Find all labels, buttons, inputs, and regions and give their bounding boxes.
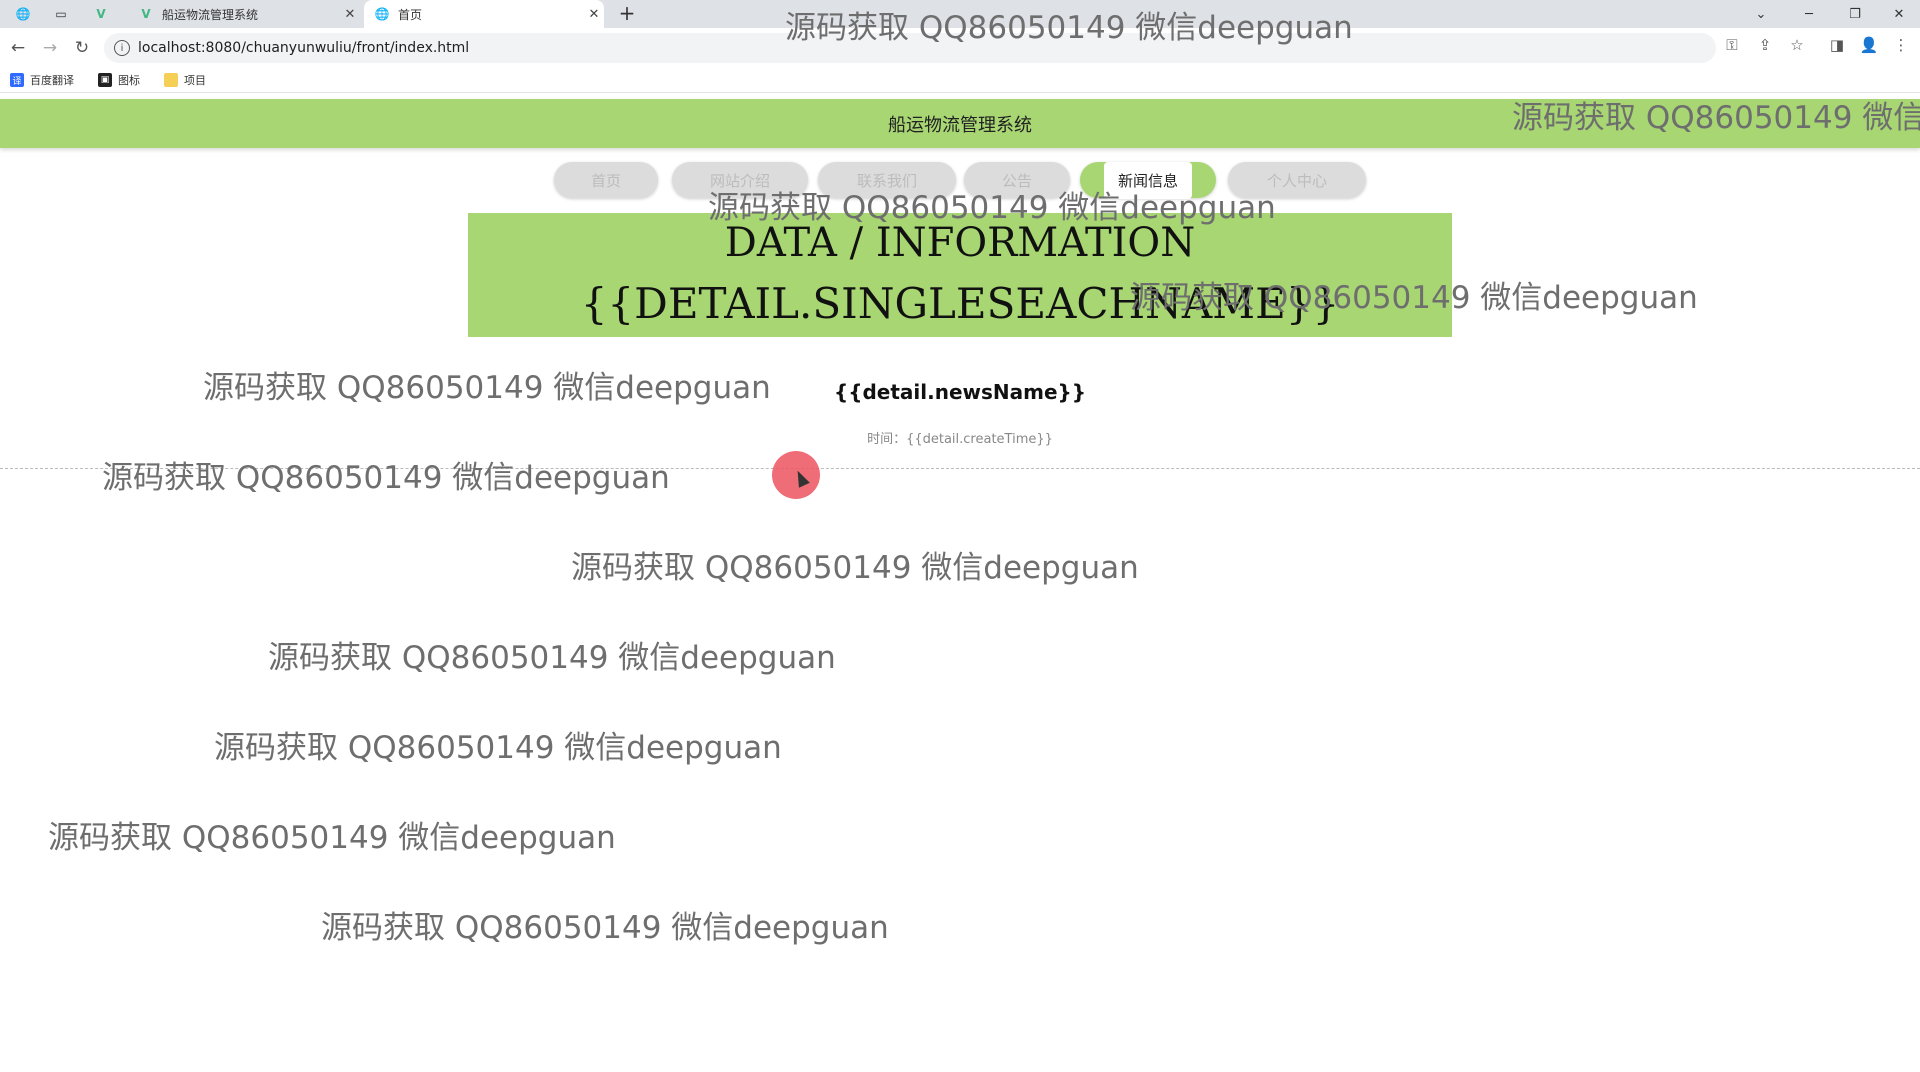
globe-icon: 🌐 — [374, 7, 390, 21]
close-icon[interactable]: ✕ — [584, 7, 604, 22]
banner-subtitle: {{DETAIL.SINGLESEACHNAME}} — [580, 279, 1340, 328]
nav-label: 个人中心 — [1266, 171, 1327, 190]
watermark: 源码获取 QQ86050149 微信deepguan — [214, 730, 782, 766]
bookmark-label: 项目 — [184, 74, 206, 87]
time-label: 时间： — [867, 432, 907, 447]
tab-home[interactable]: 🌐 首页 ✕ — [364, 0, 604, 28]
translate-icon: 译 — [10, 73, 24, 87]
key-icon[interactable]: ⚿ — [1721, 34, 1743, 56]
bookmark-label: 百度翻译 — [30, 74, 74, 87]
nav-site-intro[interactable]: 网站介绍 — [672, 162, 808, 198]
watermark: 源码获取 QQ86050149 微信deepguan — [321, 910, 889, 946]
bookmark-label: 图标 — [118, 74, 140, 87]
tab-system[interactable]: V 船运物流管理系统 ✕ — [128, 0, 360, 28]
share-icon[interactable]: ⇪ — [1754, 34, 1776, 56]
bookmark-baidu-translate[interactable]: 译 百度翻译 — [10, 72, 74, 88]
nav-news[interactable]: 新闻信息 — [1080, 161, 1216, 199]
blank-tab-icon[interactable]: ▭ — [53, 6, 69, 22]
nav-label: 联系我们 — [856, 171, 917, 190]
side-panel-icon[interactable]: ◨ — [1826, 34, 1848, 56]
watermark: 源码获取 QQ86050149 微信deepguan — [48, 820, 616, 856]
new-tab-button[interactable]: + — [615, 2, 639, 26]
browser-tab-bar: 🌐 ▭ V V 船运物流管理系统 ✕ 🌐 首页 ✕ + ⌄ ─ ❐ ✕ — [0, 0, 1920, 28]
forward-icon[interactable]: → — [38, 36, 62, 60]
vue-icon[interactable]: V — [93, 6, 109, 22]
folder-icon — [164, 73, 178, 87]
address-bar-row: ← → ↻ i localhost:8080/chuanyunwuliu/fro… — [0, 28, 1920, 68]
watermark: 源码获取 QQ86050149 微信deepguan — [571, 550, 1139, 586]
vue-icon: V — [141, 7, 151, 21]
nav-label: 公告 — [1001, 171, 1032, 190]
bookmarks-bar: 译 百度翻译 ▣ 图标 项目 — [0, 68, 1920, 93]
nav-label: 首页 — [590, 171, 621, 190]
nav-contact[interactable]: 联系我们 — [818, 162, 956, 198]
page-banner: DATA / INFORMATION {{DETAIL.SINGLESEACHN… — [468, 213, 1452, 337]
image-icon: ▣ — [98, 73, 112, 87]
watermark: 源码获取 QQ86050149 微信deepguan — [102, 460, 670, 496]
profile-icon[interactable]: 👤 — [1858, 34, 1880, 56]
reload-icon[interactable]: ↻ — [70, 36, 94, 60]
tab-title: 首页 — [398, 7, 423, 22]
minimize-icon[interactable]: ─ — [1786, 0, 1832, 28]
nav-personal-center[interactable]: 个人中心 — [1228, 162, 1366, 198]
content-divider — [0, 468, 1920, 469]
bookmark-icons[interactable]: ▣ 图标 — [98, 72, 140, 88]
bookmark-project[interactable]: 项目 — [164, 72, 206, 88]
nav-home[interactable]: 首页 — [554, 162, 658, 198]
url-text[interactable]: localhost:8080/chuanyunwuliu/front/index… — [138, 40, 469, 56]
watermark: 源码获取 QQ86050149 微信deepguan — [268, 640, 836, 676]
nav-label: 新闻信息 — [1103, 161, 1192, 199]
news-title: {{detail.newsName}} — [833, 380, 1087, 404]
banner-title: DATA / INFORMATION — [724, 220, 1196, 266]
window-close-icon[interactable]: ✕ — [1876, 0, 1920, 28]
tab-title: 船运物流管理系统 — [162, 7, 259, 22]
star-icon[interactable]: ☆ — [1786, 34, 1808, 56]
close-icon[interactable]: ✕ — [340, 7, 360, 22]
news-time: 时间：{{detail.createTime}} — [0, 428, 1920, 447]
nav-notice[interactable]: 公告 — [964, 162, 1070, 198]
back-icon[interactable]: ← — [6, 36, 30, 60]
info-icon[interactable]: i — [114, 40, 130, 56]
system-name: 船运物流管理系统 — [888, 114, 1032, 136]
time-value: {{detail.createTime}} — [906, 432, 1053, 447]
globe-icon[interactable]: 🌐 — [15, 6, 31, 22]
restore-icon[interactable]: ❐ — [1832, 0, 1878, 28]
tab-search-icon[interactable]: ⌄ — [1738, 0, 1784, 28]
address-bar[interactable]: i localhost:8080/chuanyunwuliu/front/ind… — [104, 33, 1716, 63]
site-header: 船运物流管理系统 — [0, 99, 1920, 148]
menu-icon[interactable]: ⋮ — [1890, 34, 1912, 56]
nav-label: 网站介绍 — [709, 171, 770, 190]
